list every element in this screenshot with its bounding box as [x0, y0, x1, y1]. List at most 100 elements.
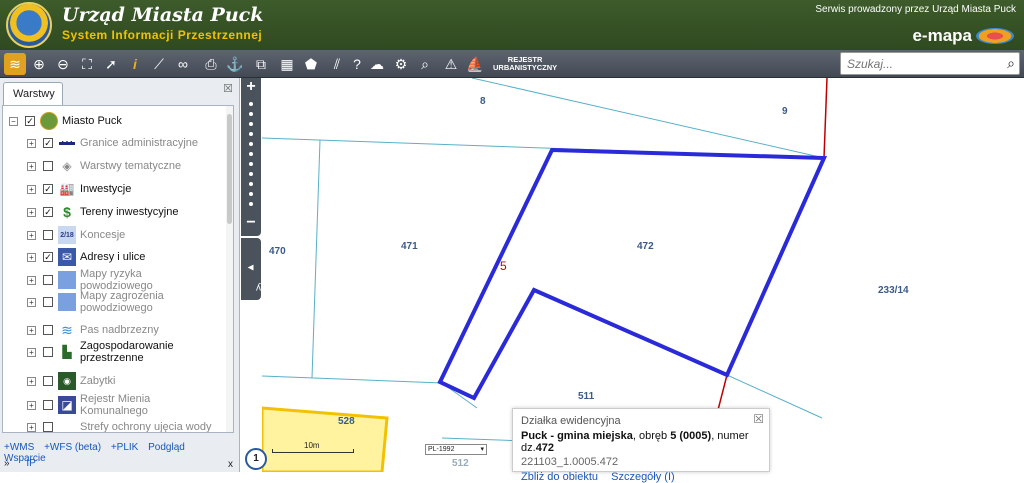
- layer-row[interactable]: + ✓ Granice administracyjne: [27, 132, 198, 154]
- search-icon[interactable]: ⌕: [1007, 55, 1015, 72]
- export-icon[interactable]: ⧉: [250, 53, 272, 75]
- layout-icon[interactable]: ▦: [276, 53, 298, 75]
- pointer-icon[interactable]: ➚: [100, 53, 122, 75]
- expand-icon[interactable]: +: [27, 230, 36, 240]
- layer-checkbox[interactable]: ✓: [43, 138, 53, 148]
- collapse-icon[interactable]: −: [9, 116, 18, 126]
- layer-row[interactable]: + ◈ Warstwy tematyczne: [27, 155, 181, 177]
- scrollbar[interactable]: [226, 106, 233, 432]
- link-wms[interactable]: +WMS: [4, 442, 34, 453]
- expand-icon[interactable]: +: [27, 161, 36, 171]
- ip-link[interactable]: IP: [26, 458, 35, 469]
- link-icon[interactable]: ∞: [172, 53, 194, 75]
- zoom-level[interactable]: [249, 162, 253, 166]
- layer-checkbox[interactable]: [43, 347, 53, 357]
- info-popup: ☒ Działka ewidencyjna Puck - gmina miejs…: [512, 408, 770, 483]
- expand-icon[interactable]: +: [27, 252, 36, 262]
- crs-select[interactable]: PL-1992 ▾: [425, 444, 487, 455]
- layer-row[interactable]: + Mapy ryzyka powodziowego: [27, 268, 215, 292]
- warstwy-side-tab[interactable]: ▲ Warstwy: [241, 238, 294, 300]
- zoom-level[interactable]: [249, 122, 253, 126]
- layer-checkbox[interactable]: [43, 275, 53, 285]
- layer-checkbox[interactable]: ✓: [43, 207, 53, 217]
- expand-icon[interactable]: +: [27, 138, 36, 148]
- water-zone-icon: [58, 418, 76, 432]
- details-link[interactable]: Szczegóły (I): [611, 471, 675, 483]
- layer-checkbox[interactable]: [43, 230, 53, 240]
- zoom-minus-button[interactable]: −: [241, 214, 261, 232]
- shape-icon[interactable]: ⬟: [300, 53, 322, 75]
- layer-checkbox[interactable]: [43, 376, 53, 386]
- scrollbar-thumb[interactable]: [227, 114, 232, 224]
- print-icon[interactable]: ⎙: [200, 53, 222, 75]
- zoom-out-icon[interactable]: ⊖: [52, 53, 74, 75]
- tab-warstwy[interactable]: Warstwy: [3, 82, 63, 105]
- expand-icon[interactable]: +: [27, 184, 36, 194]
- layer-checkbox[interactable]: [43, 422, 53, 432]
- search-map-icon[interactable]: ⌕: [414, 53, 436, 75]
- panel-footer-close[interactable]: x: [228, 459, 233, 470]
- layer-row[interactable]: + Strefy ochrony ujęcia wody: [27, 416, 211, 432]
- layer-checkbox[interactable]: [43, 297, 53, 307]
- layer-row[interactable]: +2/18 Koncesje: [27, 224, 125, 246]
- expand-icon[interactable]: +: [27, 207, 36, 217]
- expand-icon[interactable]: +: [27, 422, 36, 432]
- zoom-level[interactable]: [249, 142, 253, 146]
- panel-close-icon[interactable]: ☒: [223, 82, 233, 95]
- more-link[interactable]: »: [4, 458, 10, 469]
- layer-row[interactable]: + ◪ Rejestr Mienia Komunalnego: [27, 393, 215, 417]
- hatch-icon[interactable]: ⫽: [326, 53, 348, 75]
- expand-icon[interactable]: +: [27, 325, 36, 335]
- anchor-icon[interactable]: ⚓: [224, 53, 246, 75]
- expand-icon[interactable]: +: [27, 275, 36, 285]
- zoom-level[interactable]: [249, 112, 253, 116]
- layers-icon[interactable]: ≋: [4, 53, 26, 75]
- checkbox[interactable]: ✓: [25, 116, 35, 126]
- zoom-level[interactable]: [249, 132, 253, 136]
- help-icon[interactable]: ?: [346, 53, 368, 75]
- zoom-in-icon[interactable]: ⊕: [28, 53, 50, 75]
- navigation-circle-button[interactable]: 1: [245, 448, 267, 470]
- layer-row[interactable]: + ✓ 🏭 Inwestycje: [27, 178, 131, 200]
- layer-checkbox[interactable]: [43, 325, 53, 335]
- layer-row[interactable]: + ▙ Zagospodarowanie przestrzenne: [27, 340, 215, 364]
- layer-checkbox[interactable]: [43, 161, 53, 171]
- zoom-extent-icon[interactable]: ⛶: [76, 53, 98, 75]
- search-input[interactable]: [847, 56, 997, 72]
- close-icon[interactable]: ☒: [753, 412, 764, 426]
- warning-icon[interactable]: ⚠: [440, 53, 462, 75]
- layer-row[interactable]: + ✓ $ Tereny inwestycyjne: [27, 201, 178, 223]
- zoom-plus-button[interactable]: +: [241, 78, 261, 96]
- link-wfs[interactable]: +WFS (beta): [44, 442, 101, 453]
- layer-checkbox[interactable]: ✓: [43, 252, 53, 262]
- zoom-level[interactable]: [249, 202, 253, 206]
- sailing-icon[interactable]: ⛵: [464, 53, 486, 75]
- measure-icon[interactable]: ⟋: [148, 53, 170, 75]
- layer-row[interactable]: + ✓ ✉ Adresy i ulice: [27, 246, 145, 268]
- layer-row[interactable]: + ≋ Pas nadbrzezny: [27, 319, 159, 341]
- link-plik[interactable]: +PLIK: [111, 442, 139, 453]
- boundary-icon: [58, 134, 76, 152]
- zoom-level[interactable]: [249, 172, 253, 176]
- zoom-level[interactable]: [249, 102, 253, 106]
- cloud-icon[interactable]: ☁: [366, 53, 388, 75]
- layer-row[interactable]: + ◉ Zabytki: [27, 370, 115, 392]
- rejestr-button[interactable]: REJESTR URBANISTYCZNY: [493, 56, 557, 72]
- info-icon[interactable]: i: [124, 53, 146, 75]
- link-podglad[interactable]: Podgląd: [148, 442, 185, 453]
- zoom-level[interactable]: [249, 192, 253, 196]
- settings-icon[interactable]: ⚙: [390, 53, 412, 75]
- expand-icon[interactable]: +: [27, 297, 36, 307]
- concession-icon: 2/18: [58, 226, 76, 244]
- zoom-to-object-link[interactable]: Zbliż do obiektu: [521, 471, 598, 483]
- layer-row[interactable]: + Mapy zagrozenia powodziowego: [27, 290, 215, 314]
- brand-logo: e-mapa: [912, 26, 1014, 46]
- expand-icon[interactable]: +: [27, 347, 36, 357]
- zoom-level[interactable]: [249, 152, 253, 156]
- expand-icon[interactable]: +: [27, 376, 36, 386]
- layer-checkbox[interactable]: ✓: [43, 184, 53, 194]
- expand-icon[interactable]: +: [27, 400, 36, 410]
- zoom-level[interactable]: [249, 182, 253, 186]
- layer-checkbox[interactable]: [43, 400, 53, 410]
- tree-root[interactable]: − ✓ Miasto Puck: [9, 110, 122, 132]
